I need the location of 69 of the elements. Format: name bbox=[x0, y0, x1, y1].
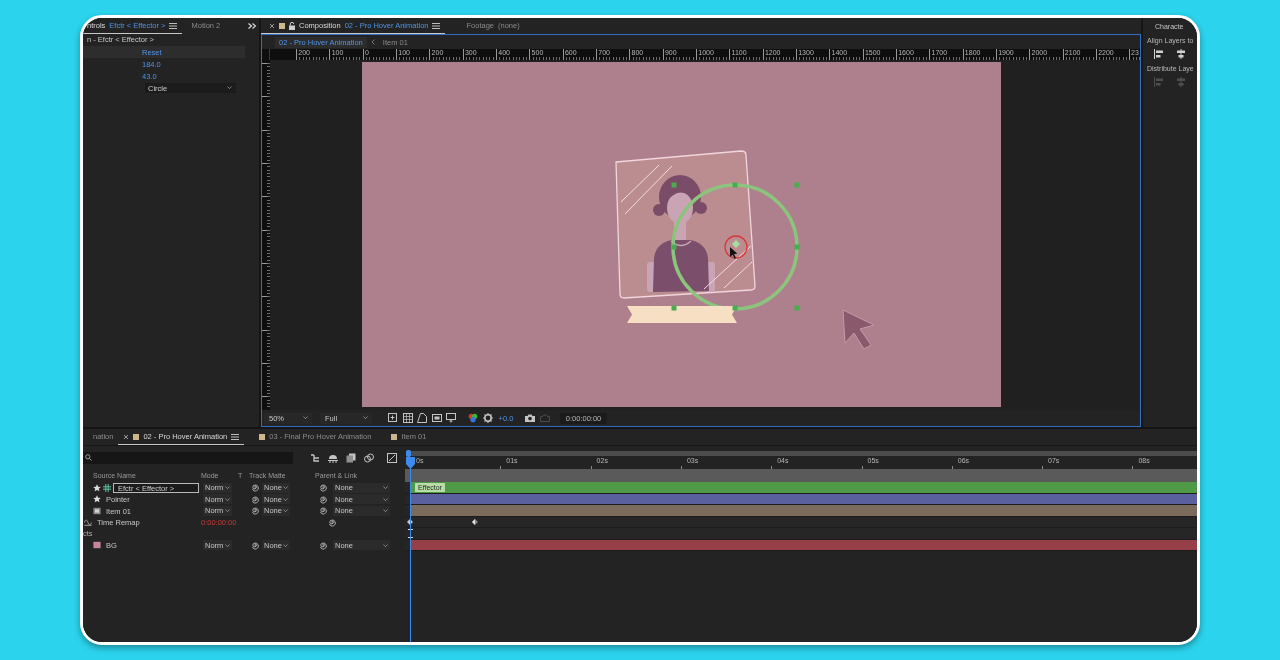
caret-icon bbox=[283, 486, 288, 490]
selection-handle[interactable] bbox=[671, 182, 677, 188]
star-icon bbox=[93, 495, 101, 504]
menu-icon[interactable] bbox=[432, 22, 441, 29]
gear-icon[interactable] bbox=[482, 413, 493, 423]
grid-icon[interactable] bbox=[402, 413, 413, 423]
screen-stand-icon[interactable] bbox=[446, 413, 456, 423]
color-swatch-icon bbox=[133, 433, 140, 440]
keyframe-icon[interactable] bbox=[472, 519, 478, 525]
align-left-icon[interactable] bbox=[1154, 49, 1164, 59]
caret-icon bbox=[383, 486, 388, 490]
camera-icon[interactable] bbox=[525, 414, 536, 422]
frame-plus-icon[interactable] bbox=[388, 413, 398, 423]
spiral-icon[interactable] bbox=[251, 540, 260, 550]
caret-icon bbox=[227, 86, 232, 90]
caret-icon bbox=[383, 509, 388, 513]
pentagon-icon[interactable] bbox=[417, 413, 427, 423]
target-ring bbox=[724, 235, 748, 259]
caret-icon bbox=[283, 497, 288, 501]
selection-handle[interactable] bbox=[794, 244, 800, 250]
caret-icon bbox=[225, 543, 230, 547]
color-swatch-icon bbox=[93, 541, 101, 550]
stack-icon[interactable] bbox=[346, 452, 356, 463]
menu-icon[interactable] bbox=[169, 22, 178, 29]
selection-handle[interactable] bbox=[671, 244, 677, 250]
caret-icon bbox=[225, 486, 230, 490]
branch-icon[interactable] bbox=[310, 452, 320, 463]
caret-icon bbox=[383, 543, 388, 547]
selection-handle[interactable] bbox=[794, 182, 800, 188]
dome-icon[interactable] bbox=[328, 452, 338, 463]
frame-icon bbox=[93, 506, 101, 515]
selection-handle[interactable] bbox=[671, 305, 677, 311]
close-icon[interactable] bbox=[269, 22, 275, 29]
camera-outline-icon bbox=[539, 413, 550, 423]
close-icon[interactable] bbox=[123, 433, 130, 440]
selection-handle[interactable] bbox=[794, 305, 800, 311]
wave-icon[interactable] bbox=[84, 518, 92, 526]
align-center-icon[interactable] bbox=[1176, 49, 1186, 59]
playhead[interactable] bbox=[406, 457, 415, 642]
color-swatch-icon bbox=[259, 433, 266, 440]
caret-icon bbox=[363, 416, 368, 420]
star-icon bbox=[93, 483, 101, 492]
color-swatch-icon bbox=[391, 433, 398, 440]
mouse-pointer-icon bbox=[730, 247, 738, 259]
layer-bar[interactable] bbox=[411, 493, 1197, 504]
search-icon bbox=[85, 454, 92, 461]
hash-icon bbox=[103, 483, 111, 492]
monitor-icon[interactable] bbox=[431, 413, 442, 423]
rgb-dots-icon[interactable] bbox=[468, 413, 478, 423]
caret-icon bbox=[383, 497, 388, 501]
caret-icon bbox=[225, 497, 230, 501]
chevron-left-icon[interactable] bbox=[370, 39, 375, 45]
caret-icon bbox=[225, 509, 230, 513]
spiral-icon[interactable] bbox=[319, 540, 328, 550]
padlock-icon[interactable] bbox=[289, 21, 295, 30]
color-swatch-icon bbox=[279, 22, 285, 29]
search-field[interactable] bbox=[83, 451, 293, 464]
caret-icon bbox=[283, 509, 288, 513]
menu-icon[interactable] bbox=[231, 433, 240, 440]
caret-icon bbox=[283, 543, 288, 547]
double-chevron-icon[interactable] bbox=[248, 23, 256, 29]
selection-handle[interactable] bbox=[732, 305, 738, 311]
circles-icon[interactable] bbox=[364, 452, 374, 463]
cursor-arrow bbox=[842, 309, 875, 350]
caret-icon bbox=[303, 416, 308, 420]
selection-handle[interactable] bbox=[732, 182, 738, 188]
layer-bar[interactable] bbox=[411, 539, 1197, 550]
graph-icon[interactable] bbox=[387, 452, 397, 463]
effector-circle[interactable] bbox=[671, 183, 799, 311]
